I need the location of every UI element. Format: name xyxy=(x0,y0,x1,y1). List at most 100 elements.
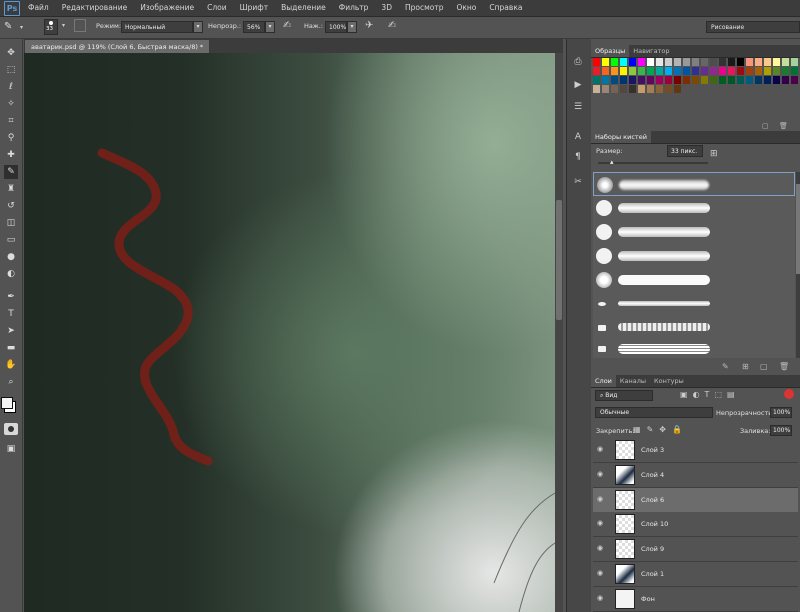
lasso-tool-icon[interactable]: ℓ xyxy=(4,80,18,94)
color-swatch[interactable] xyxy=(674,85,681,93)
menu-help[interactable]: Справка xyxy=(489,0,522,16)
color-swatch[interactable] xyxy=(602,76,609,84)
dodge-tool-icon[interactable]: ◐ xyxy=(4,267,18,281)
move-tool-icon[interactable]: ✥ xyxy=(4,46,18,60)
pen-tool-icon[interactable]: ✒ xyxy=(4,290,18,304)
color-swatch[interactable] xyxy=(737,58,744,66)
color-swatch[interactable] xyxy=(647,85,654,93)
color-swatch[interactable] xyxy=(773,67,780,75)
hand-tool-icon[interactable]: ✋ xyxy=(4,358,18,372)
color-swatch[interactable] xyxy=(683,76,690,84)
color-swatch[interactable] xyxy=(764,58,771,66)
color-swatch[interactable] xyxy=(701,76,708,84)
color-swatch[interactable] xyxy=(782,67,789,75)
new-brush-icon[interactable]: ⊞ xyxy=(710,149,722,161)
menu-image[interactable]: Изображение xyxy=(140,0,194,16)
color-swatch[interactable] xyxy=(611,67,618,75)
color-swatch[interactable] xyxy=(746,58,753,66)
properties-panel-icon[interactable]: ☰ xyxy=(572,100,584,114)
color-swatch[interactable] xyxy=(710,76,717,84)
layer-row[interactable]: ◉ Слой 10 xyxy=(593,512,798,538)
color-swatch[interactable] xyxy=(674,76,681,84)
brush-preset-item[interactable] xyxy=(593,244,795,268)
color-swatch[interactable] xyxy=(791,58,798,66)
tab-swatches[interactable]: Образцы xyxy=(591,45,630,57)
grid-icon[interactable]: ⊞ xyxy=(742,362,749,371)
color-swatch[interactable] xyxy=(602,85,609,93)
brush-preset-item[interactable] xyxy=(593,316,795,340)
type-filter-icon[interactable]: T xyxy=(705,390,715,399)
brush-preset-item[interactable] xyxy=(593,172,795,196)
lock-position-icon[interactable]: ✥ xyxy=(659,425,672,434)
zoom-tool-icon[interactable]: ⌕ xyxy=(4,375,18,389)
layer-row[interactable]: ◉ Слой 3 xyxy=(593,438,798,463)
visibility-eye-icon[interactable]: ◉ xyxy=(597,495,607,503)
color-swatch[interactable] xyxy=(638,58,645,66)
color-swatch[interactable] xyxy=(728,76,735,84)
color-swatch[interactable] xyxy=(602,58,609,66)
color-swatch[interactable] xyxy=(620,85,627,93)
menu-select[interactable]: Выделение xyxy=(281,0,326,16)
brush-preset-item[interactable] xyxy=(593,268,795,292)
tab-navigator[interactable]: Навигатор xyxy=(629,45,673,57)
color-swatch[interactable] xyxy=(791,76,798,84)
slider-handle-icon[interactable]: ▴ xyxy=(610,158,614,166)
color-swatch[interactable] xyxy=(638,85,645,93)
lock-all-icon[interactable]: 🔒 xyxy=(672,425,688,434)
brush-preset-item[interactable] xyxy=(593,220,795,244)
menu-filter[interactable]: Фильтр xyxy=(339,0,369,16)
color-swatch[interactable] xyxy=(647,58,654,66)
airbrush-icon[interactable]: ✈ xyxy=(365,20,373,31)
color-swatch[interactable] xyxy=(782,76,789,84)
history-panel-icon[interactable]: ⎙ xyxy=(572,55,584,69)
brush-size-input[interactable]: 33 пикс. xyxy=(667,145,703,157)
color-swatch[interactable] xyxy=(593,67,600,75)
menu-3d[interactable]: 3D xyxy=(381,0,392,16)
brush-tool-preset-icon[interactable]: ✎ xyxy=(4,20,20,34)
visibility-eye-icon[interactable]: ◉ xyxy=(597,445,607,453)
color-swatch[interactable] xyxy=(719,58,726,66)
color-swatch[interactable] xyxy=(737,76,744,84)
image-filter-icon[interactable]: ▣ xyxy=(680,390,693,399)
color-swatch[interactable] xyxy=(674,67,681,75)
healing-brush-tool-icon[interactable]: ✚ xyxy=(4,148,18,162)
color-swatch[interactable] xyxy=(710,58,717,66)
chevron-down-icon[interactable]: ▾ xyxy=(62,22,65,29)
color-swatch[interactable] xyxy=(665,67,672,75)
color-swatch[interactable] xyxy=(674,58,681,66)
layer-filter-select[interactable]: ⌕ Вид xyxy=(595,390,653,401)
path-select-tool-icon[interactable]: ➤ xyxy=(4,324,18,338)
rectangle-tool-icon[interactable]: ▬ xyxy=(4,341,18,355)
chevron-down-icon[interactable]: ▾ xyxy=(20,24,23,31)
history-brush-tool-icon[interactable]: ↺ xyxy=(4,199,18,213)
clone-stamp-tool-icon[interactable]: ♜ xyxy=(4,182,18,196)
visibility-eye-icon[interactable]: ◉ xyxy=(597,470,607,478)
document-canvas[interactable] xyxy=(24,53,555,612)
smart-object-filter-icon[interactable]: ▤ xyxy=(727,390,740,399)
visibility-eye-icon[interactable]: ◉ xyxy=(597,519,607,527)
color-swatch[interactable] xyxy=(692,58,699,66)
color-swatch[interactable] xyxy=(629,58,636,66)
color-swatch[interactable] xyxy=(638,67,645,75)
foreground-color-swatch[interactable] xyxy=(1,397,13,409)
color-swatch[interactable] xyxy=(719,67,726,75)
menu-view[interactable]: Просмотр xyxy=(405,0,444,16)
color-swatch[interactable] xyxy=(665,58,672,66)
type-tool-icon[interactable]: T xyxy=(4,307,18,321)
color-swatch[interactable] xyxy=(629,85,636,93)
color-swatch[interactable] xyxy=(665,85,672,93)
brush-list-scrollbar[interactable] xyxy=(796,172,800,358)
chevron-down-icon[interactable]: ▾ xyxy=(193,21,203,33)
color-swatch[interactable] xyxy=(638,76,645,84)
lock-transparency-icon[interactable]: ▦ xyxy=(633,425,647,434)
color-swatch[interactable] xyxy=(755,67,762,75)
scrollbar-thumb[interactable] xyxy=(556,200,562,320)
crop-tool-icon[interactable]: ⌗ xyxy=(4,114,18,128)
color-swatch[interactable] xyxy=(683,58,690,66)
new-preset-icon[interactable]: ▢ xyxy=(760,362,768,371)
layer-row[interactable]: ◉ Фон xyxy=(593,586,798,612)
color-swatch[interactable] xyxy=(764,76,771,84)
adjustment-filter-icon[interactable]: ◐ xyxy=(693,390,705,399)
color-swatch[interactable] xyxy=(593,76,600,84)
color-swatch[interactable] xyxy=(755,76,762,84)
